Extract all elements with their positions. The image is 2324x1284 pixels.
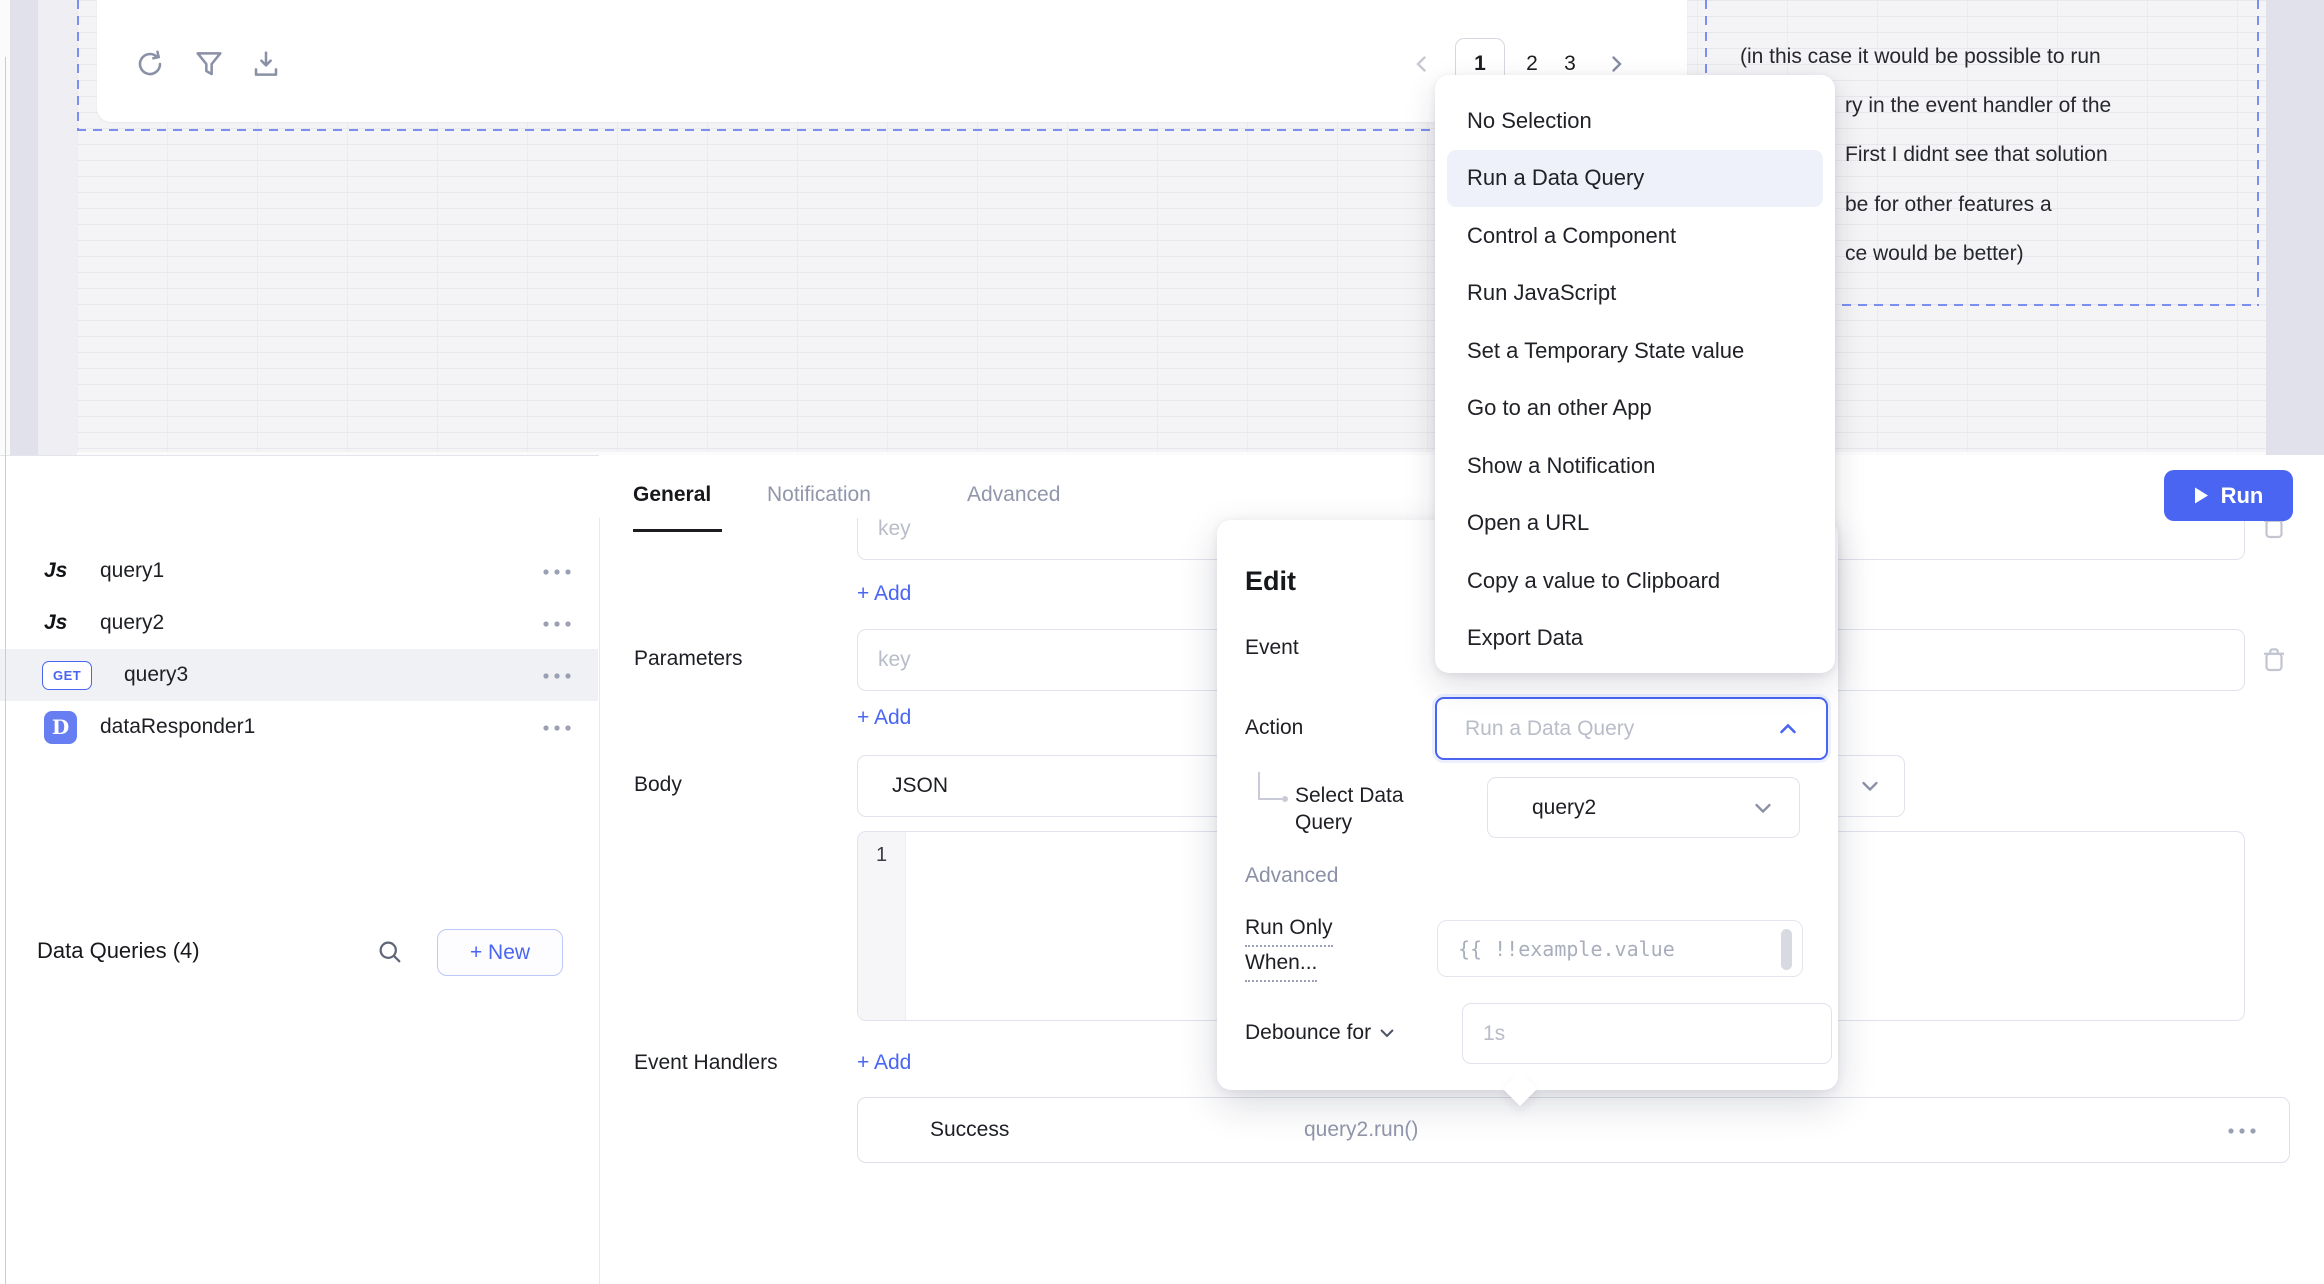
query-name: query1: [100, 559, 164, 583]
add-parameter-link[interactable]: + Add: [857, 706, 911, 730]
menu-item-no-selection[interactable]: No Selection: [1435, 92, 1835, 150]
query-more-icon[interactable]: [540, 565, 576, 577]
download-icon[interactable]: [250, 48, 282, 80]
advanced-section-label: Advanced: [1245, 864, 1338, 888]
popup-title: Edit: [1245, 566, 1296, 597]
data-queries-panel: Data Queries (4) + New Js query1 Js quer…: [0, 455, 599, 1284]
active-tab-underline: [633, 529, 722, 532]
comment-widget-line[interactable]: (in this case it would be possible to ru…: [1740, 43, 2101, 71]
select-data-query-label: Select Data Query: [1295, 782, 1404, 836]
canvas-left-margin: [38, 0, 77, 455]
page-number[interactable]: 2: [1513, 52, 1551, 76]
tab-general[interactable]: General: [633, 483, 711, 507]
trash-icon[interactable]: [2259, 518, 2289, 542]
menu-item-copy-to-clipboard[interactable]: Copy a value to Clipboard: [1435, 552, 1835, 610]
app-screen: (in this case it would be possible to ru…: [0, 0, 2324, 1284]
query-list-item[interactable]: Js query1: [0, 545, 598, 597]
refresh-icon[interactable]: [134, 48, 166, 80]
event-handlers-label: Event Handlers: [634, 1051, 778, 1075]
search-icon[interactable]: [376, 938, 404, 966]
comment-widget-line[interactable]: First I didnt see that solution: [1845, 141, 2108, 169]
query-name: dataResponder1: [100, 715, 255, 739]
add-header-link[interactable]: + Add: [857, 582, 911, 606]
chevron-down-icon: [1858, 774, 1882, 798]
chevron-down-icon: [1377, 1023, 1397, 1043]
page-prev-icon[interactable]: [1407, 49, 1437, 79]
comment-widget-line[interactable]: be for other features a: [1845, 191, 2052, 219]
action-dropdown-menu: No Selection Run a Data Query Control a …: [1435, 75, 1835, 673]
event-label: Event: [1245, 636, 1299, 660]
tree-branch-icon: [1258, 772, 1282, 800]
tab-notification[interactable]: Notification: [767, 483, 871, 507]
play-icon: [2194, 487, 2209, 504]
trash-icon[interactable]: [2259, 645, 2289, 675]
js-query-icon: Js: [44, 611, 67, 635]
query-list-item-selected[interactable]: GET query3: [0, 649, 598, 701]
editor-gutter: 1: [858, 832, 906, 1020]
data-queries-title: Data Queries (4): [37, 938, 200, 964]
query-list-item[interactable]: Js query2: [0, 597, 598, 649]
menu-item-run-javascript[interactable]: Run JavaScript: [1435, 265, 1835, 323]
menu-item-open-a-url[interactable]: Open a URL: [1435, 495, 1835, 553]
query-list-item[interactable]: D dataResponder1: [0, 701, 598, 753]
filter-icon[interactable]: [193, 48, 225, 80]
event-handler-action: query2.run(): [1304, 1118, 1418, 1142]
menu-item-export-data[interactable]: Export Data: [1435, 610, 1835, 668]
app-left-background: [10, 0, 38, 455]
query-more-icon[interactable]: [540, 721, 576, 733]
data-query-select[interactable]: query2: [1487, 777, 1800, 838]
table-selection-border-left: [77, 0, 79, 130]
debounce-label[interactable]: Debounce for: [1245, 1021, 1397, 1045]
parameters-label: Parameters: [634, 647, 743, 671]
query-more-icon[interactable]: [540, 669, 576, 681]
canvas-area: (in this case it would be possible to ru…: [0, 0, 2324, 455]
add-event-handler-link[interactable]: + Add: [857, 1051, 911, 1075]
event-handler-row[interactable]: Success query2.run(): [857, 1097, 2290, 1163]
page-next-icon[interactable]: [1601, 49, 1631, 79]
app-right-background: [2266, 0, 2324, 455]
page-number[interactable]: 3: [1551, 52, 1589, 76]
query-name: query2: [100, 611, 164, 635]
menu-item-set-temporary-state[interactable]: Set a Temporary State value: [1435, 322, 1835, 380]
menu-item-show-notification[interactable]: Show a Notification: [1435, 437, 1835, 495]
event-handler-more-icon[interactable]: [2225, 1124, 2261, 1136]
comment-widget-line[interactable]: ry in the event handler of the: [1845, 92, 2111, 120]
new-query-button[interactable]: + New: [437, 929, 563, 976]
js-query-icon: Js: [44, 559, 67, 583]
body-label: Body: [634, 773, 682, 797]
tab-advanced[interactable]: Advanced: [967, 483, 1060, 507]
menu-item-go-to-other-app[interactable]: Go to an other App: [1435, 380, 1835, 438]
data-responder-icon: D: [44, 711, 77, 744]
run-button[interactable]: Run: [2164, 470, 2293, 521]
comment-widget-line[interactable]: ce would be better): [1845, 240, 2024, 268]
action-select[interactable]: Run a Data Query: [1435, 697, 1828, 760]
comment-selection-border-right: [2257, 0, 2259, 306]
action-label: Action: [1245, 716, 1303, 740]
chevron-down-icon: [1751, 796, 1775, 820]
event-handler-event: Success: [858, 1118, 1009, 1142]
menu-item-run-a-data-query[interactable]: Run a Data Query: [1447, 150, 1823, 208]
get-method-badge: GET: [42, 661, 92, 690]
query-more-icon[interactable]: [540, 617, 576, 629]
debounce-input[interactable]: 1s: [1462, 1003, 1832, 1064]
query-name: query3: [124, 663, 188, 687]
run-only-when-input[interactable]: {{ !!example.value: [1437, 920, 1803, 977]
window-left-edge: [5, 57, 6, 1284]
menu-item-control-a-component[interactable]: Control a Component: [1435, 207, 1835, 265]
input-scrollbar: [1781, 929, 1792, 970]
run-only-when-label: Run Only When...: [1245, 916, 1333, 982]
chevron-up-icon: [1776, 717, 1800, 741]
